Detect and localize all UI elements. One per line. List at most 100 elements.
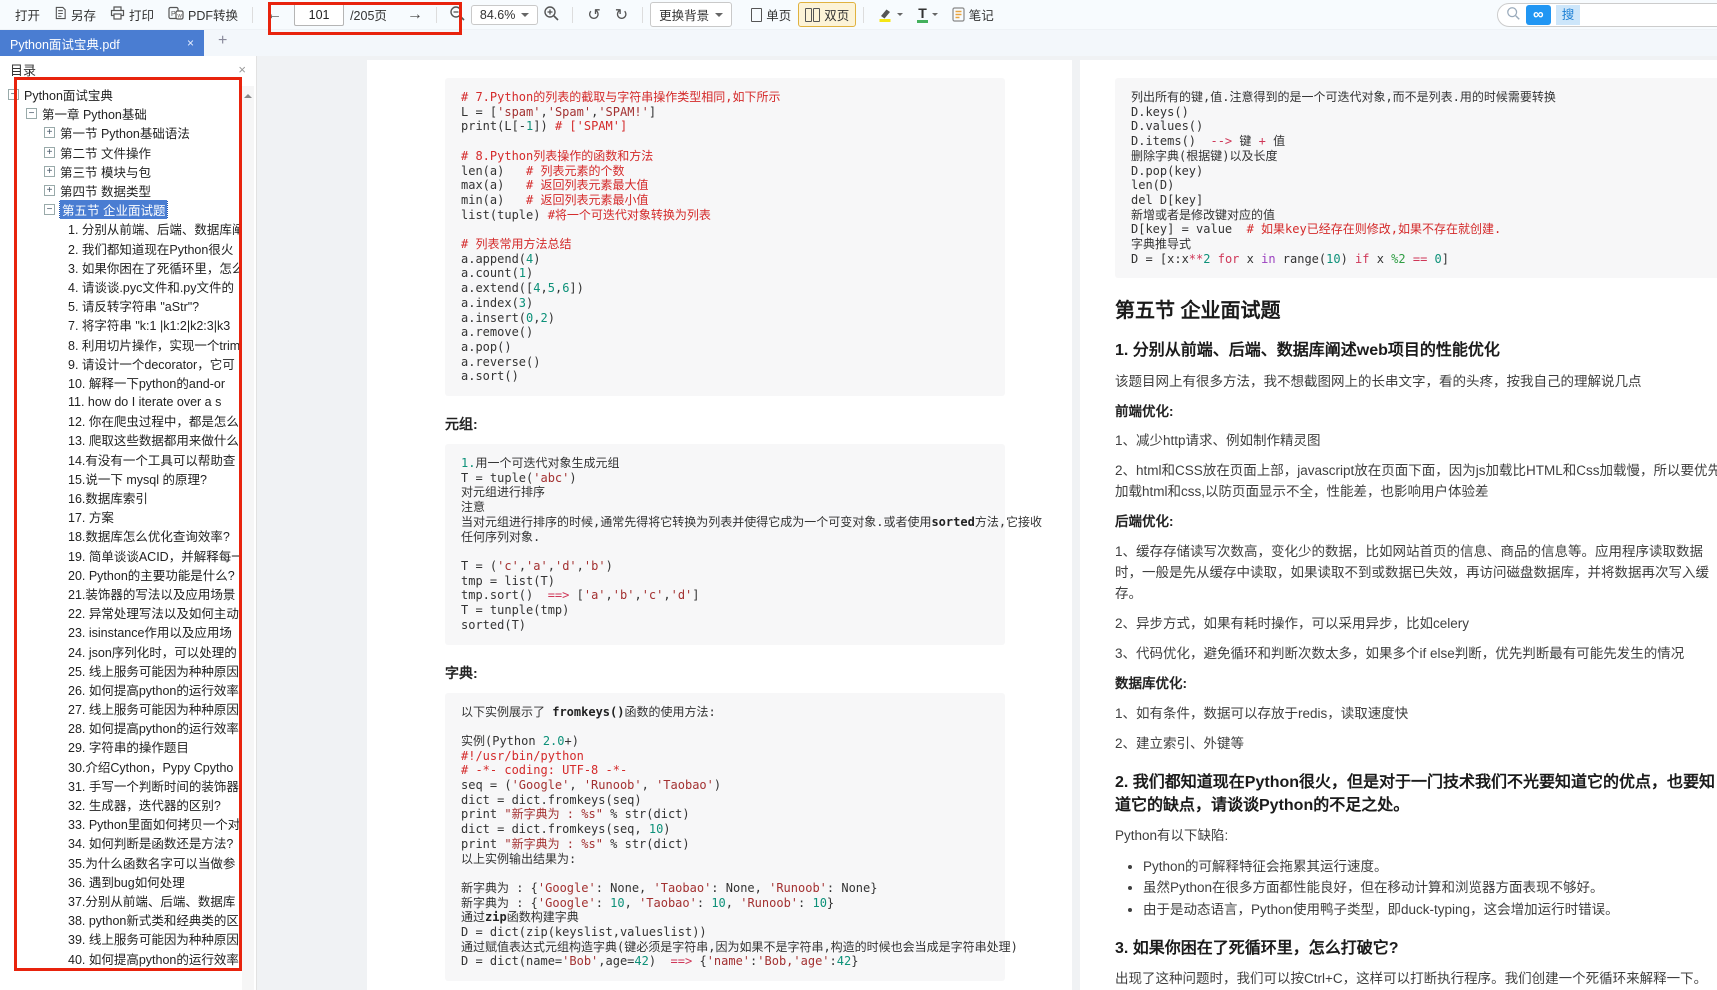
toc-item[interactable]: 30.介绍Cython，Pypy Cpytho [0, 757, 242, 776]
toc-item[interactable]: 39. 线上服务可能因为种种原因 [0, 929, 242, 948]
toc-item-label: 28. 如何提高python的运行效率 [68, 718, 239, 737]
toc-item[interactable]: 29. 字符串的操作题目 [0, 737, 242, 756]
toc-item[interactable]: 36. 遇到bug如何处理 [0, 872, 242, 891]
page-text: 1、减少http请求、例如制作精灵图 [1115, 431, 1717, 452]
code-block: # 7.Python的列表的截取与字符串操作类型相同,如下所示L = ['spa… [445, 78, 1005, 396]
toc-item[interactable]: 24. json序列化时，可以处理的 [0, 641, 242, 660]
text-tool-icon: T [917, 7, 928, 23]
toc-item[interactable]: 8. 利用切片操作，实现一个trim [0, 334, 242, 353]
toc-item[interactable]: 34. 如何判断是函数还是方法? [0, 833, 242, 852]
undo-icon[interactable]: ↺ [580, 5, 607, 25]
toc-item[interactable]: 4. 请谈谈.pyc文件和.py文件的 [0, 277, 242, 296]
toc-item[interactable]: 33. Python里面如何拷贝一个对 [0, 814, 242, 833]
toc-item[interactable]: 37.分别从前端、后端、数据库 [0, 891, 242, 910]
collapse-icon[interactable]: − [8, 89, 19, 100]
printer-icon [110, 6, 125, 23]
toc-item[interactable]: 16.数据库索引 [0, 488, 242, 507]
toc-item[interactable]: 11. how do I iterate over a s [0, 392, 242, 411]
toc-item[interactable]: 18.数据库怎么优化查询效率? [0, 526, 242, 545]
toc-item[interactable]: −Python面试宝典 [0, 85, 242, 104]
toc-item-label: 第二节 文件操作 [60, 143, 151, 162]
toc-item[interactable]: 14.有没有一个工具可以帮助查 [0, 450, 242, 469]
toc-item[interactable]: +第四节 数据类型 [0, 181, 242, 200]
page-number-input[interactable] [294, 3, 344, 26]
zoom-level-select[interactable]: 84.6% [471, 5, 538, 25]
note-button[interactable]: 笔记 [945, 2, 1001, 27]
code-line: D.values() [1131, 119, 1709, 134]
toc-item[interactable]: 40. 如何提高python的运行效率 [0, 948, 242, 967]
prev-page-arrow-icon[interactable]: ← [260, 6, 288, 24]
toc-item[interactable]: 5. 请反转字符串 "aStr"? [0, 296, 242, 315]
code-line: # 7.Python的列表的截取与字符串操作类型相同,如下所示 [461, 90, 989, 105]
toc-item-label: 14.有没有一个工具可以帮助查 [68, 450, 235, 469]
double-page-mode-button[interactable]: 双页 [798, 2, 856, 27]
single-page-mode-button[interactable]: 单页 [744, 2, 798, 27]
toc-item[interactable]: 12. 你在爬虫过程中，都是怎么 [0, 411, 242, 430]
expand-icon[interactable]: + [44, 147, 55, 158]
new-tab-button[interactable]: + [218, 32, 227, 50]
next-page-arrow-icon[interactable]: → [401, 6, 429, 24]
expand-icon[interactable]: + [44, 127, 55, 138]
highlighter-button[interactable] [871, 4, 910, 25]
code-line: # 8.Python列表操作的函数和方法 [461, 149, 989, 164]
toc-item[interactable]: 28. 如何提高python的运行效率 [0, 718, 242, 737]
toc-item-label: 32. 生成器，迭代器的区别? [68, 795, 221, 814]
toc-item[interactable]: 19. 简单谈谈ACID，并解释每一 [0, 546, 242, 565]
toc-item[interactable]: 10. 解释一下python的and-or [0, 373, 242, 392]
toc-item[interactable]: 17. 方案 [0, 507, 242, 526]
toc-item[interactable]: 38. python新式类和经典类的区 [0, 910, 242, 929]
toc-item[interactable]: 27. 线上服务可能因为种种原因 [0, 699, 242, 718]
tab-close-icon[interactable]: × [187, 36, 194, 50]
toc-item[interactable]: 3. 如果你困在了死循环里，怎么 [0, 258, 242, 277]
toc-item-label: 8. 利用切片操作，实现一个trim [68, 335, 240, 354]
text-color-button[interactable]: T [910, 4, 945, 26]
open-button[interactable]: 打开 [8, 2, 47, 27]
code-line: a.append(4) [461, 252, 989, 267]
toc-item[interactable]: 7. 将字符串 "k:1 |k1:2|k2:3|k3 [0, 315, 242, 334]
expand-icon[interactable]: + [44, 166, 55, 177]
collapse-icon[interactable]: − [44, 204, 55, 215]
toc-item[interactable]: 35.为什么函数名字可以当做参 [0, 853, 242, 872]
toc-item[interactable]: 13. 爬取这些数据都用来做什么 [0, 430, 242, 449]
code-line: 注意 [461, 500, 989, 515]
toc-item[interactable]: 31. 手写一个判断时间的装饰器 [0, 776, 242, 795]
change-background-button[interactable]: 更换背景 [650, 2, 732, 27]
toc-item[interactable]: 1. 分别从前端、后端、数据库阐 [0, 219, 242, 238]
toc-item[interactable]: 15.说一下 mysql 的原理? [0, 469, 242, 488]
save-as-label: 另存 [71, 5, 96, 24]
page-text: Python有以下缺陷: [1115, 826, 1717, 847]
collapse-icon[interactable]: − [26, 108, 37, 119]
toc-item[interactable]: 23. isinstance作用以及应用场 [0, 622, 242, 641]
toc-item[interactable]: +第三节 模块与包 [0, 162, 242, 181]
scroll-up-icon[interactable] [244, 90, 252, 98]
toc-item[interactable]: + 第二节 文件操作 [0, 143, 242, 162]
toc-item[interactable]: +第一节 Python基础语法 [0, 123, 242, 142]
sidebar-close-icon[interactable]: × [238, 62, 246, 77]
infinity-logo-icon[interactable]: ∞ [1526, 5, 1551, 25]
toc-item[interactable]: −第五节 企业面试题 [0, 200, 242, 219]
save-as-button[interactable]: 另存 [47, 2, 103, 27]
toc-item[interactable]: −第一章 Python基础 [0, 104, 242, 123]
zoom-out-icon[interactable] [444, 5, 471, 25]
print-button[interactable]: 打印 [103, 2, 161, 27]
toc-item[interactable]: 25. 线上服务可能因为种种原因 [0, 661, 242, 680]
toc-item[interactable]: 9. 请设计一个decorator，它可 [0, 354, 242, 373]
toc-item[interactable]: 20. Python的主要功能是什么? [0, 565, 242, 584]
redo-icon[interactable]: ↻ [608, 5, 635, 25]
expand-icon[interactable]: + [44, 185, 55, 196]
code-line: 删除字典(根据键)以及长度 [1131, 149, 1709, 164]
toc-item[interactable]: 32. 生成器，迭代器的区别? [0, 795, 242, 814]
search-box[interactable]: ∞ 搜 [1497, 3, 1717, 27]
toolbar-divider [863, 7, 864, 23]
tab-document[interactable]: Python面试宝典.pdf × [0, 30, 204, 56]
open-label: 打开 [15, 5, 40, 24]
toc-item[interactable]: 22. 异常处理写法以及如何主动 [0, 603, 242, 622]
zoom-in-icon[interactable] [538, 5, 565, 25]
document-view[interactable]: # 7.Python的列表的截取与字符串操作类型相同,如下所示L = ['spa… [257, 56, 1717, 990]
toc-item[interactable]: 2. 我们都知道现在Python很火 [0, 239, 242, 258]
sidebar-scrollbar[interactable] [242, 86, 254, 990]
toc-item[interactable]: 26. 如何提高python的运行效率 [0, 680, 242, 699]
code-line: 实例(Python 2.0+) [461, 734, 989, 749]
pdf-convert-button[interactable]: Pw PDF转换 [161, 2, 245, 27]
toc-item[interactable]: 21.装饰器的写法以及应用场景 [0, 584, 242, 603]
